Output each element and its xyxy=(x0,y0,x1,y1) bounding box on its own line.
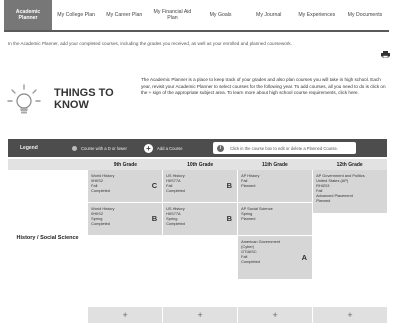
course-status: Planned xyxy=(241,216,256,222)
tab-my-experiences[interactable]: My Experiences xyxy=(293,0,341,30)
add-course-button[interactable]: + xyxy=(87,307,163,323)
course-card[interactable]: US History HIIS77A Spring Completed B xyxy=(163,203,238,236)
intro-text: In the Academic Planner, add your comple… xyxy=(8,41,292,46)
legend-info-label: Click in the course box to edit or delet… xyxy=(230,145,339,151)
legend-d-or-lower: Course with a D or lower xyxy=(72,145,144,151)
course-status: Completed xyxy=(166,221,185,227)
add-course-button[interactable]: + xyxy=(162,307,238,323)
add-row-spacer xyxy=(8,307,87,323)
info-icon: i xyxy=(217,144,224,152)
course-card[interactable]: American Government (Cyber) GTIAISC Fall Co… xyxy=(238,236,313,280)
course-grade: A xyxy=(301,252,308,262)
legend-title: Legend xyxy=(20,145,38,151)
course-card[interactable]: US History HIIS77A Fall Completed B xyxy=(163,170,238,203)
course-status: Completed xyxy=(166,188,185,194)
course-grade: B xyxy=(226,214,233,224)
grade-column: US History HIIS77A Fall Completed B US Histor… xyxy=(162,170,238,306)
course-card[interactable]: AP Government and Politics United States… xyxy=(313,170,388,214)
course-card[interactable]: AP History Fall Planned xyxy=(238,170,313,203)
tab-my-financial-aid-plan[interactable]: My Financial Aid Plan xyxy=(148,0,196,30)
tab-my-journal[interactable]: My Journal xyxy=(245,0,293,30)
legend-add-course: + Add a Course xyxy=(144,143,194,153)
add-course-button[interactable]: + xyxy=(237,307,313,323)
empty-course-slot xyxy=(88,236,163,280)
course-status: Completed xyxy=(91,221,110,227)
things-to-know-text: The Academic Planner is a place to keep … xyxy=(141,77,386,96)
grade-column: World History 0HIIS2 Fall Completed C World H… xyxy=(87,170,163,306)
tab-academic-planner[interactable]: Academic Planner xyxy=(4,0,53,30)
legend-bar: Legend Course with a D or lower + Add a … xyxy=(8,139,387,157)
tab-my-career-plan[interactable]: My Career Plan xyxy=(100,0,148,30)
course-status: Completed xyxy=(241,259,260,265)
legend-info-box: i Click in the course box to edit or del… xyxy=(213,142,356,154)
course-card[interactable]: AP Social Science Spring Planned xyxy=(238,203,313,236)
subject-label: History / Social Science xyxy=(16,235,79,241)
legend-add-course-label: Add a Course xyxy=(157,145,183,151)
course-name: American Government (Cyber) xyxy=(241,239,281,250)
course-grid: 9th Grade 10th Grade 11th Grade 12th Gra… xyxy=(8,159,388,323)
header-spacer xyxy=(8,159,88,170)
grade-column: AP History Fall Planned AP Social Science Sp… xyxy=(237,170,313,306)
grade-header: 12th Grade xyxy=(336,161,363,168)
grade-header-row: 9th Grade 10th Grade 11th Grade 12th Gra… xyxy=(8,159,387,170)
empty-course-slot xyxy=(163,236,238,280)
subject-row: History / Social Science World History 0H… xyxy=(8,170,388,306)
tab-my-college-plan[interactable]: My College Plan xyxy=(52,0,100,30)
grade-dot-icon xyxy=(72,145,77,151)
grade-header: 9th Grade xyxy=(113,161,138,168)
course-card[interactable]: World History 0HIIS2 Spring Completed B xyxy=(88,203,163,236)
grade-header: 11th Grade xyxy=(261,161,288,168)
legend-d-or-lower-label: Course with a D or lower xyxy=(81,145,127,151)
course-card[interactable]: World History 0HIIS2 Fall Completed C xyxy=(88,170,163,203)
empty-course-slot xyxy=(313,214,388,247)
plus-circle-icon: + xyxy=(144,143,153,153)
course-grade: B xyxy=(151,214,158,224)
grade-header: 10th Grade xyxy=(187,161,214,168)
add-course-button[interactable]: + xyxy=(312,307,388,323)
course-status: Completed xyxy=(91,188,110,194)
things-to-know-title: THINGS TO KNOW xyxy=(54,87,114,112)
nav-tabs: Academic Planner My College Plan My Career… xyxy=(4,0,389,32)
empty-course-slot xyxy=(313,247,388,291)
course-status: Advanced Placement Planned xyxy=(316,193,353,204)
add-course-row: + + + + xyxy=(8,307,388,323)
tab-my-documents[interactable]: My Documents xyxy=(341,0,389,30)
course-name: AP Government and Politics United States… xyxy=(316,173,365,184)
course-grade: C xyxy=(151,181,158,191)
print-icon[interactable] xyxy=(381,51,390,58)
course-status: Planned xyxy=(241,183,256,189)
tab-my-goals[interactable]: My Goals xyxy=(197,0,245,30)
course-grade: B xyxy=(226,181,233,191)
grade-column: AP Government and Politics United States… xyxy=(312,170,388,306)
